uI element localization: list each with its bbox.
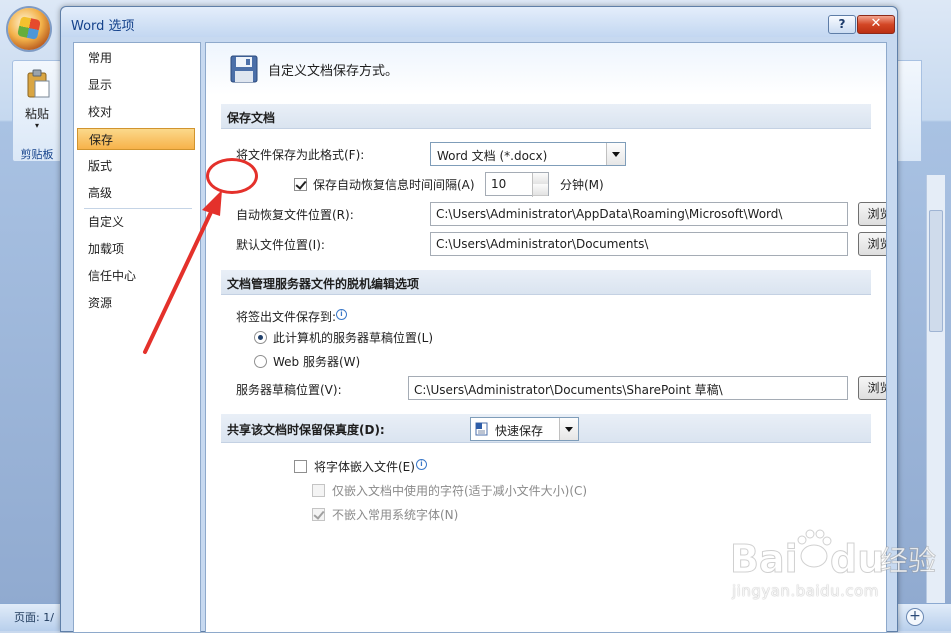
svg-text:Bai: Bai xyxy=(730,537,798,581)
svg-text:经验: 经验 xyxy=(880,544,936,577)
baidu-watermark: Bai du 经验 jingyan.baidu.com xyxy=(730,520,940,610)
svg-text:du: du xyxy=(830,537,884,581)
watermark-url: jingyan.baidu.com xyxy=(732,582,879,600)
